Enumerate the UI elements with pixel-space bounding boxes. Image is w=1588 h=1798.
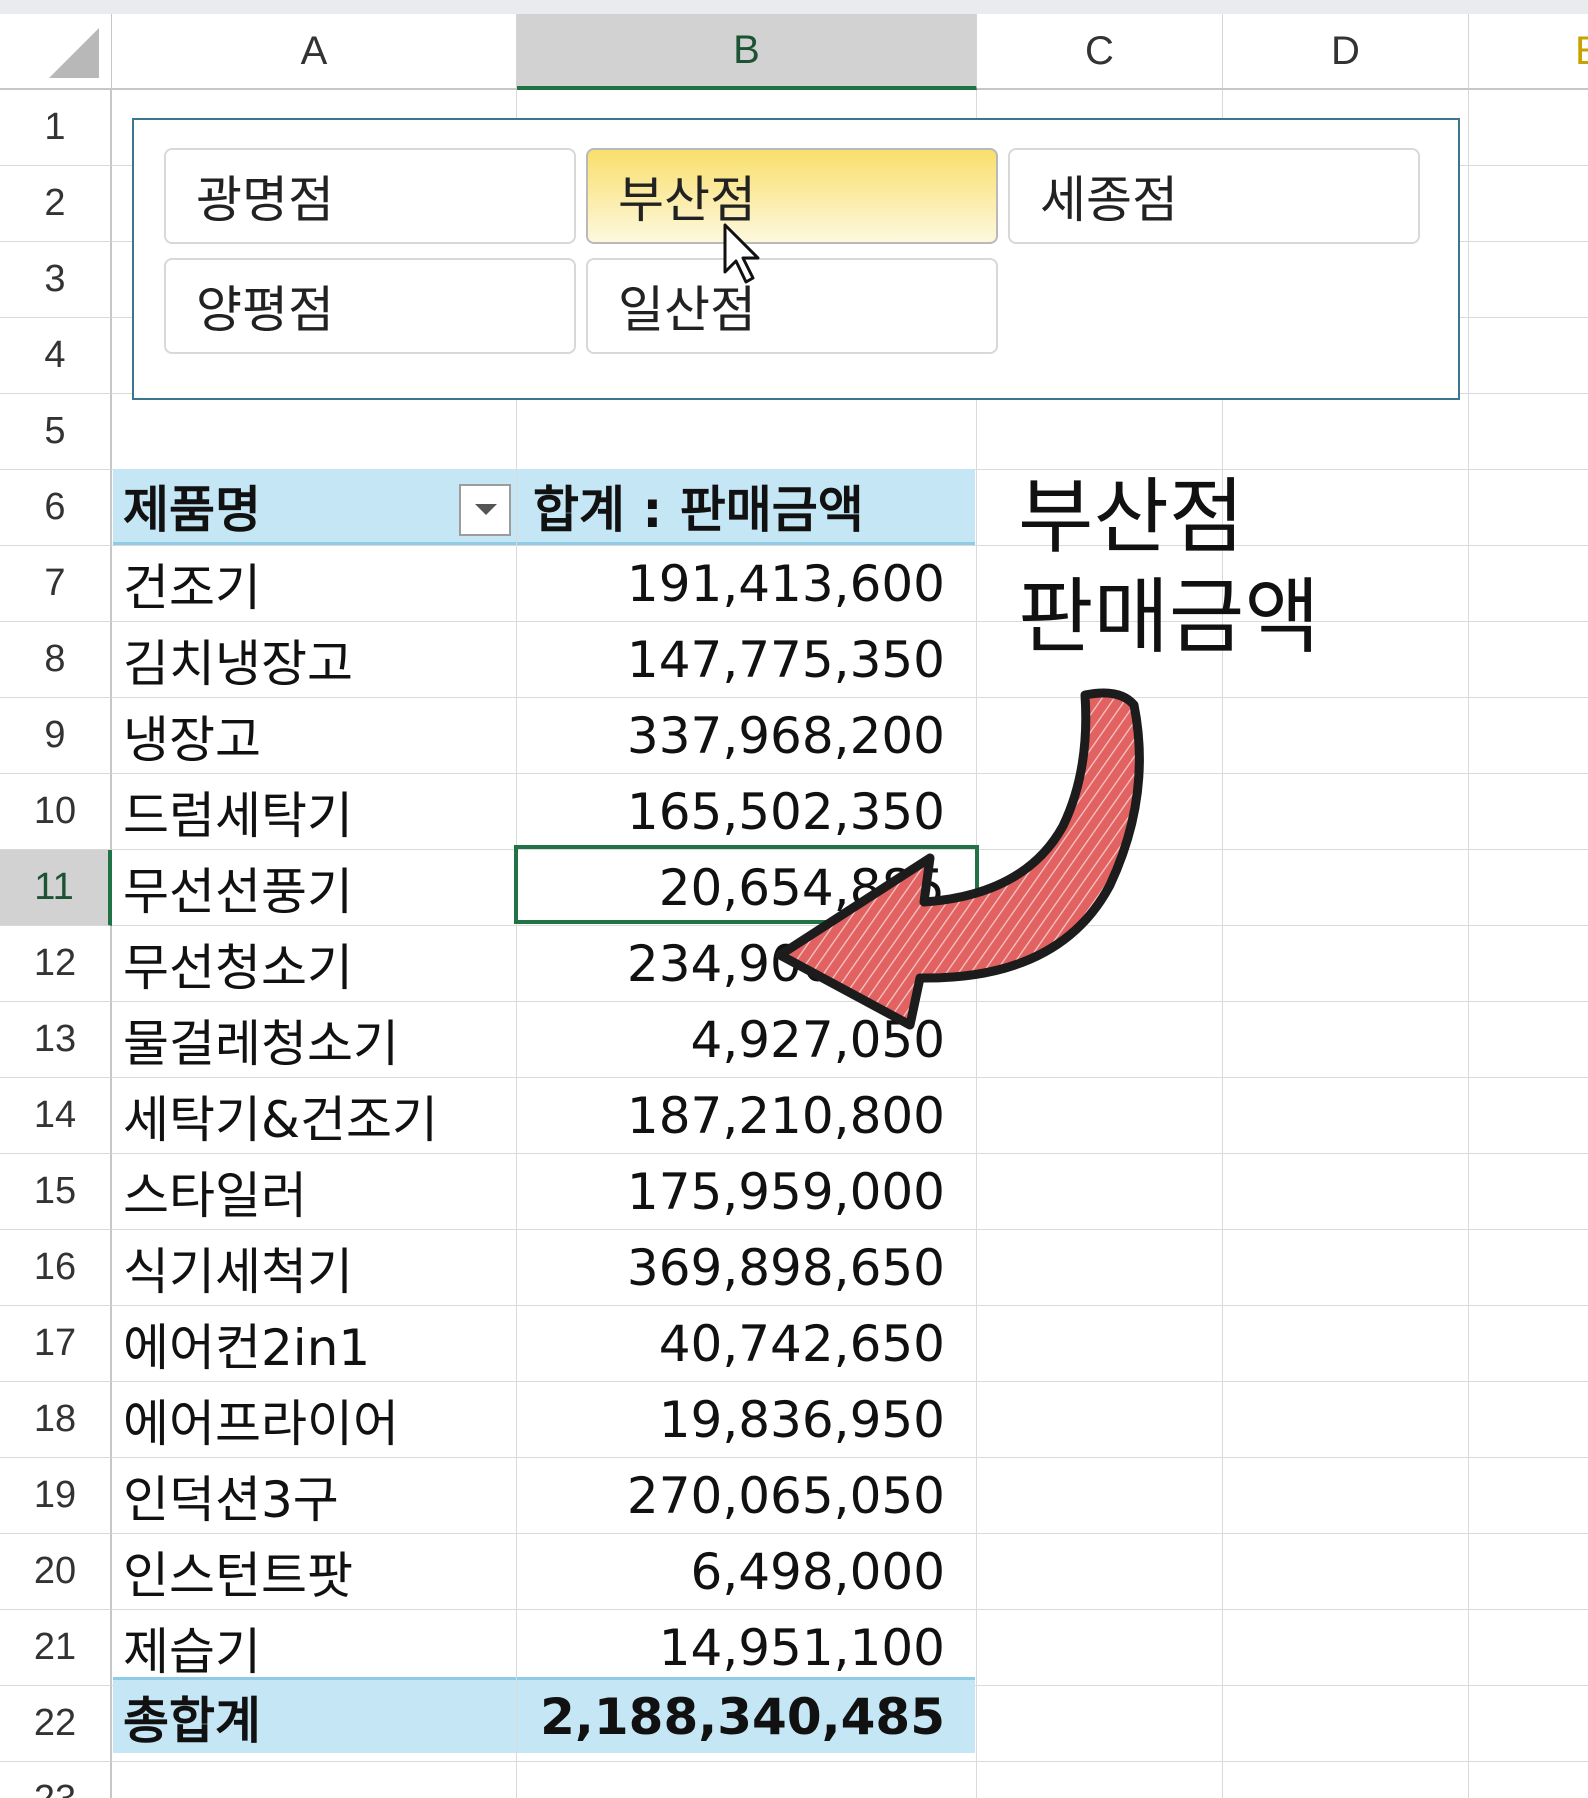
pivot-row-label[interactable]: 무선선풍기: [113, 850, 516, 926]
pivot-row-value[interactable]: 191,413,600: [517, 546, 975, 622]
row-header-8[interactable]: 8: [0, 622, 112, 698]
pivot-row-label[interactable]: 인덕션3구: [113, 1458, 516, 1534]
pivot-total-value[interactable]: 2,188,340,485: [517, 1677, 975, 1753]
pivot-row-label[interactable]: 세탁기&건조기: [113, 1078, 516, 1154]
row-header-9[interactable]: 9: [0, 698, 112, 774]
column-header-a[interactable]: A: [112, 14, 517, 90]
pivot-row-label[interactable]: 드럼세탁기: [113, 774, 516, 850]
pivot-row-value[interactable]: 6,498,000: [517, 1534, 975, 1610]
annotation-text: 부산점 판매금액: [1018, 468, 1320, 668]
row-header-1[interactable]: 1: [0, 90, 112, 166]
row-header-15[interactable]: 15: [0, 1154, 112, 1230]
row-header-4[interactable]: 4: [0, 318, 112, 394]
pivot-row-value[interactable]: 40,742,650: [517, 1306, 975, 1382]
column-header-b[interactable]: B: [517, 14, 977, 90]
pivot-row-label[interactable]: 에어컨2in1: [113, 1306, 516, 1382]
pivot-row-label[interactable]: 무선청소기: [113, 926, 516, 1002]
row-header-17[interactable]: 17: [0, 1306, 112, 1382]
row-header-22[interactable]: 22: [0, 1686, 112, 1762]
slicer-item-busan[interactable]: 부산점: [586, 148, 998, 244]
annotation-line-sales: 판매금액: [1018, 570, 1320, 665]
slicer-item-gwangmyeong[interactable]: 광명점: [164, 148, 576, 244]
row-header-6[interactable]: 6: [0, 470, 112, 546]
row-header-5[interactable]: 5: [0, 394, 112, 470]
pivot-row-value[interactable]: 19,836,950: [517, 1382, 975, 1458]
pivot-header-sales-sum[interactable]: 합계 : 판매금액: [517, 469, 975, 545]
pivot-row-value[interactable]: 270,065,050: [517, 1458, 975, 1534]
select-all-corner-icon: [49, 28, 99, 78]
pivot-row-value[interactable]: 14,951,100: [517, 1610, 975, 1686]
annotation-line-store: 부산점: [1018, 470, 1245, 565]
pivot-row-label[interactable]: 건조기: [113, 546, 516, 622]
grid-row-line: [112, 1761, 1588, 1762]
select-all-corner[interactable]: [0, 14, 112, 90]
row-header-19[interactable]: 19: [0, 1458, 112, 1534]
spreadsheet: A B C D E 123456789101112131415161718192…: [0, 0, 1588, 1798]
store-slicer[interactable]: 광명점 부산점 세종점 양평점 일산점: [132, 118, 1460, 400]
row-header-16[interactable]: 16: [0, 1230, 112, 1306]
pivot-row-value[interactable]: 369,898,650: [517, 1230, 975, 1306]
filter-dropdown-icon[interactable]: [459, 484, 511, 536]
column-header-c[interactable]: C: [977, 14, 1223, 90]
pivot-total-label[interactable]: 총합계: [113, 1677, 516, 1753]
pivot-row-value[interactable]: 175,959,000: [517, 1154, 975, 1230]
pivot-row-label[interactable]: 스타일러: [113, 1154, 516, 1230]
row-header-20[interactable]: 20: [0, 1534, 112, 1610]
row-header-23[interactable]: 23: [0, 1762, 112, 1798]
pivot-header-product[interactable]: 제품명: [113, 469, 516, 545]
pivot-row-label[interactable]: 물걸레청소기: [113, 1002, 516, 1078]
row-header-7[interactable]: 7: [0, 546, 112, 622]
pivot-row-label[interactable]: 냉장고: [113, 698, 516, 774]
pivot-row-label[interactable]: 식기세척기: [113, 1230, 516, 1306]
mouse-cursor-icon: [723, 223, 760, 284]
pivot-row-label[interactable]: 에어프라이어: [113, 1382, 516, 1458]
pivot-row-label[interactable]: 인스턴트팟: [113, 1534, 516, 1610]
slicer-item-yangpyeong[interactable]: 양평점: [164, 258, 576, 354]
row-header-14[interactable]: 14: [0, 1078, 112, 1154]
window-top-edge: [0, 0, 1588, 14]
column-header-d[interactable]: D: [1223, 14, 1469, 90]
slicer-item-sejong[interactable]: 세종점: [1008, 148, 1420, 244]
row-header-13[interactable]: 13: [0, 1002, 112, 1078]
row-header-11[interactable]: 11: [0, 850, 112, 926]
row-header-3[interactable]: 3: [0, 242, 112, 318]
pivot-row-value[interactable]: 187,210,800: [517, 1078, 975, 1154]
pivot-row-label[interactable]: 김치냉장고: [113, 622, 516, 698]
column-header-e[interactable]: E: [1469, 14, 1588, 90]
row-header-12[interactable]: 12: [0, 926, 112, 1002]
pivot-row-label[interactable]: 제습기: [113, 1610, 516, 1686]
grid-column-line: [1468, 90, 1469, 1798]
curved-arrow-icon: [775, 688, 1144, 1030]
row-header-2[interactable]: 2: [0, 166, 112, 242]
row-header-21[interactable]: 21: [0, 1610, 112, 1686]
slicer-item-ilsan[interactable]: 일산점: [586, 258, 998, 354]
row-header-10[interactable]: 10: [0, 774, 112, 850]
row-header-18[interactable]: 18: [0, 1382, 112, 1458]
